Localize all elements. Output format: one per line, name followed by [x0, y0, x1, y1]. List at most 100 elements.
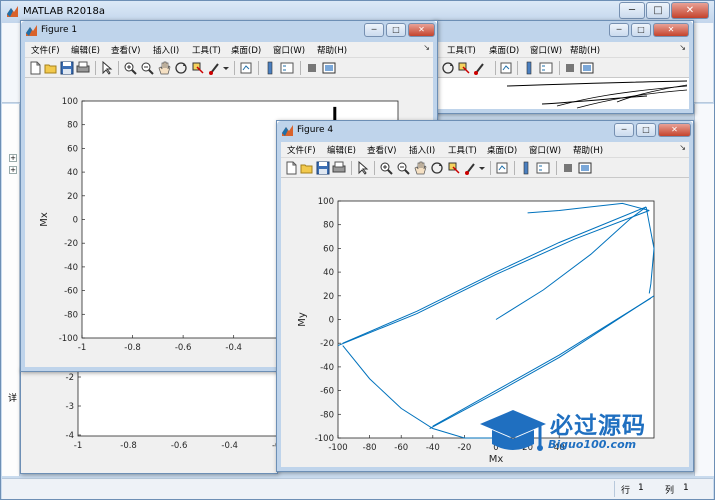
close-icon[interactable]: ✕ [658, 123, 691, 137]
menu-window[interactable]: 窗口(W) [273, 44, 305, 56]
hide-plot-tools-icon[interactable] [561, 161, 575, 175]
zoom-in-icon[interactable] [379, 161, 393, 175]
link-plot-icon[interactable] [239, 61, 253, 75]
minimize-icon[interactable]: ─ [614, 123, 634, 137]
matlab-logo-icon [7, 6, 18, 17]
data-cursor-icon[interactable] [447, 161, 461, 175]
open-file-icon[interactable] [300, 161, 314, 175]
edit-plot-icon[interactable] [100, 61, 114, 75]
y-tick-label: -20 [320, 339, 334, 349]
menu-window[interactable]: 窗口(W) [530, 44, 562, 56]
new-figure-icon[interactable] [284, 161, 298, 175]
zoom-in-icon[interactable] [123, 61, 137, 75]
menu-insert[interactable]: 插入(I) [409, 144, 435, 156]
menu-file[interactable]: 文件(F) [287, 144, 316, 156]
menu-tools[interactable]: 工具(T) [447, 44, 476, 56]
link-plot-icon[interactable] [495, 161, 509, 175]
brush-data-icon[interactable] [208, 61, 222, 75]
edit-plot-icon[interactable] [356, 161, 370, 175]
hide-tools-icon[interactable] [563, 61, 577, 75]
menu-help[interactable]: 帮助(H) [570, 44, 600, 56]
y-axis-label: Mx [39, 212, 50, 227]
maximize-icon[interactable]: □ [636, 123, 656, 137]
background-figure-window[interactable]: ─ □ ✕ 工具(T) 桌面(D) 窗口(W) 帮助(H) ↘ [432, 20, 694, 114]
menubar-dock-icon[interactable]: ↘ [423, 43, 430, 52]
insert-colorbar-icon[interactable] [519, 161, 533, 175]
menu-help[interactable]: 帮助(H) [317, 44, 347, 56]
minimize-icon[interactable]: ─ [619, 2, 645, 19]
y-tick-label: 40 [323, 268, 334, 278]
menu-desktop[interactable]: 桌面(D) [489, 44, 519, 56]
link-plot-icon[interactable] [499, 61, 513, 75]
menu-help[interactable]: 帮助(H) [573, 144, 603, 156]
graduation-cap-logo-icon [480, 410, 546, 451]
y-tick-label: -40 [320, 363, 334, 373]
tree-expand-icon[interactable]: + [9, 154, 17, 162]
brush-icon[interactable] [473, 61, 487, 75]
figure-1-toolbar [25, 58, 433, 78]
brush-dropdown-icon[interactable] [478, 161, 486, 175]
new-figure-icon[interactable] [28, 61, 42, 75]
menu-view[interactable]: 查看(V) [111, 44, 140, 56]
data-cursor-icon[interactable] [191, 61, 205, 75]
menu-desktop[interactable]: 桌面(D) [487, 144, 517, 156]
print-icon[interactable] [332, 161, 346, 175]
menu-insert[interactable]: 插入(I) [153, 44, 179, 56]
background-figure-canvas [437, 78, 689, 109]
menu-tools[interactable]: 工具(T) [448, 144, 477, 156]
rotate-icon[interactable] [441, 61, 455, 75]
menu-view[interactable]: 查看(V) [367, 144, 396, 156]
y-tick-label: 60 [323, 244, 334, 254]
insert-legend-icon[interactable] [536, 161, 550, 175]
x-tick-label: -0.6 [175, 343, 192, 353]
show-tools-icon[interactable] [580, 61, 594, 75]
close-icon[interactable]: ✕ [671, 2, 709, 19]
maximize-icon[interactable]: □ [631, 23, 651, 37]
background-figure-title-bar: ─ □ ✕ [433, 21, 693, 41]
brush-dropdown-icon[interactable] [222, 61, 230, 75]
x-tick-label: -0.6 [171, 441, 188, 451]
menu-edit[interactable]: 编辑(E) [71, 44, 100, 56]
x-tick-label: -100 [328, 443, 347, 453]
menubar-dock-icon[interactable]: ↘ [679, 43, 686, 52]
y-tick-label: 20 [323, 292, 334, 302]
tree-expand-icon[interactable]: + [9, 166, 17, 174]
insert-colorbar-icon[interactable] [263, 61, 277, 75]
maximize-icon[interactable]: □ [646, 2, 670, 19]
legend-icon[interactable] [539, 61, 553, 75]
menu-tools[interactable]: 工具(T) [192, 44, 221, 56]
menu-desktop[interactable]: 桌面(D) [231, 44, 261, 56]
brush-data-icon[interactable] [464, 161, 478, 175]
minimize-icon[interactable]: ─ [364, 23, 384, 37]
rotate-3d-icon[interactable] [430, 161, 444, 175]
close-icon[interactable]: ✕ [653, 23, 689, 37]
menu-window[interactable]: 窗口(W) [529, 144, 561, 156]
toolbar-separator [556, 161, 557, 175]
zoom-out-icon[interactable] [396, 161, 410, 175]
save-icon[interactable] [316, 161, 330, 175]
rotate-3d-icon[interactable] [174, 61, 188, 75]
minimize-icon[interactable]: ─ [609, 23, 629, 37]
y-tick-label: -100 [59, 334, 78, 344]
hide-plot-tools-icon[interactable] [305, 61, 319, 75]
save-icon[interactable] [60, 61, 74, 75]
maximize-icon[interactable]: □ [386, 23, 406, 37]
show-plot-tools-icon[interactable] [322, 61, 336, 75]
show-plot-tools-icon[interactable] [578, 161, 592, 175]
close-icon[interactable]: ✕ [408, 23, 435, 37]
colorbar-icon[interactable] [522, 61, 536, 75]
pan-hand-icon[interactable] [157, 61, 171, 75]
menu-edit[interactable]: 编辑(E) [327, 144, 356, 156]
y-tick-label: -100 [315, 434, 334, 444]
menubar-dock-icon[interactable]: ↘ [679, 143, 686, 152]
menu-file[interactable]: 文件(F) [31, 44, 60, 56]
datacursor-icon[interactable] [457, 61, 471, 75]
toolbar-separator [258, 61, 259, 75]
print-icon[interactable] [76, 61, 90, 75]
open-file-icon[interactable] [44, 61, 58, 75]
pan-hand-icon[interactable] [413, 161, 427, 175]
zoom-out-icon[interactable] [140, 61, 154, 75]
lower-background-figure[interactable]: -2-3-4-1-0.8-0.6-0.4-0.200.2Hx [20, 368, 278, 474]
figure-4-title-bar: Figure 4 ─ □ ✕ [277, 121, 693, 141]
insert-legend-icon[interactable] [280, 61, 294, 75]
